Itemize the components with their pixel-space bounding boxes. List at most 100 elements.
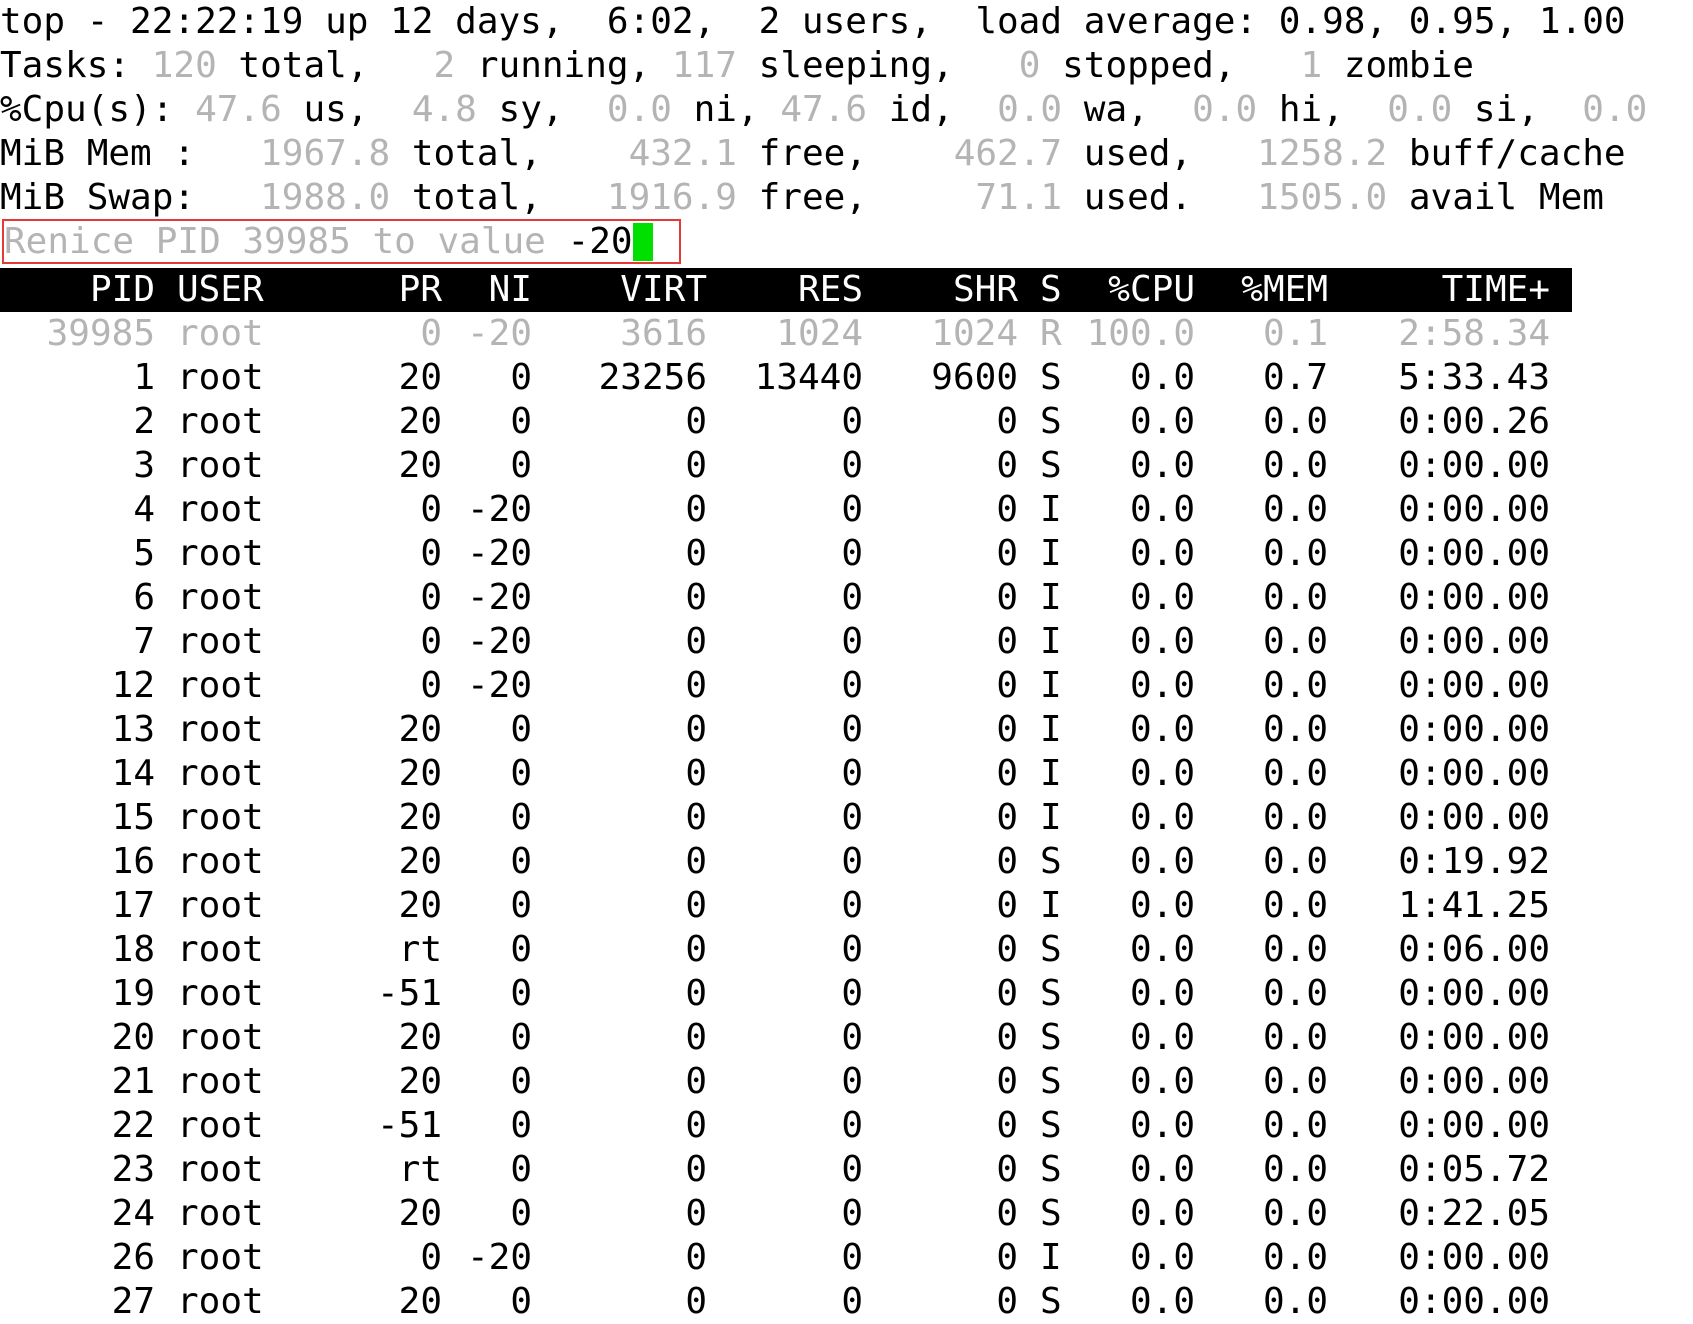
process-row[interactable]: 14 root 20 0 0 0 0 I 0.0 0.0 0:00.00 (0, 752, 1572, 796)
cell-res: 0 (841, 1281, 863, 1322)
cell-cpu: 0.0 (1129, 841, 1195, 882)
process-row[interactable]: 12 root 0 -20 0 0 0 I 0.0 0.0 0:00.00 (0, 664, 1572, 708)
mem-cache-label: buff/cache (1387, 133, 1626, 174)
cell-res: 0 (841, 1149, 863, 1190)
cpu-wa: 0.0 (997, 89, 1063, 130)
cell-cpu: 0.0 (1129, 1061, 1195, 1102)
cell-state: I (1040, 577, 1062, 618)
cell-res: 13440 (754, 357, 863, 398)
cell-virt: 0 (685, 973, 707, 1014)
renice-prompt[interactable]: Renice PID 39985 to value -20 (4, 220, 653, 264)
cell-user: root (177, 489, 264, 530)
cell-res: 0 (841, 445, 863, 486)
process-row[interactable]: 26 root 0 -20 0 0 0 I 0.0 0.0 0:00.00 (0, 1236, 1572, 1280)
cell-time: 0:05.72 (1398, 1149, 1550, 1190)
cell-virt: 0 (685, 621, 707, 662)
cell-user: root (177, 445, 264, 486)
process-row[interactable]: 1 root 20 0 23256 13440 9600 S 0.0 0.7 5:33.43 (0, 356, 1572, 400)
col-header-res[interactable]: RES (715, 268, 863, 312)
process-row[interactable]: 18 root rt 0 0 0 0 S 0.0 0.0 0:06.00 (0, 928, 1572, 972)
cell-cpu: 0.0 (1129, 709, 1195, 750)
col-header-cpu[interactable]: %CPU (1070, 268, 1195, 312)
cell-state: I (1040, 533, 1062, 574)
cell-res: 0 (841, 1237, 863, 1278)
cell-shr: 0 (996, 665, 1018, 706)
cpu-si-label: si, (1452, 89, 1583, 130)
process-row[interactable]: 4 root 0 -20 0 0 0 I 0.0 0.0 0:00.00 (0, 488, 1572, 532)
process-row[interactable]: 39985 root 0 -20 3616 1024 1024 R 100.0 0.1 2:58.3… (0, 312, 1572, 356)
cell-user: root (177, 753, 264, 794)
mem-cache: 1258.2 (1257, 133, 1388, 174)
cell-shr: 0 (996, 753, 1018, 794)
col-header-pid[interactable]: PID (0, 268, 155, 312)
terminal-window[interactable]: top - 22:22:19 up 12 days, 6:02, 2 users… (0, 0, 1693, 1323)
tasks-sleeping-label: sleeping, (736, 45, 1019, 86)
process-row[interactable]: 13 root 20 0 0 0 0 I 0.0 0.0 0:00.00 (0, 708, 1572, 752)
cell-shr: 1024 (931, 313, 1018, 354)
cell-shr: 0 (996, 1193, 1018, 1234)
cell-cpu: 0.0 (1129, 445, 1195, 486)
cell-virt: 0 (685, 489, 707, 530)
col-header-virt[interactable]: VIRT (540, 268, 707, 312)
tasks-running: 2 (433, 45, 456, 86)
cell-user: root (177, 929, 264, 970)
cell-virt: 0 (685, 665, 707, 706)
mem-total-label: total, (390, 133, 629, 174)
cell-state: I (1040, 709, 1062, 750)
cell-pr: 20 (398, 753, 442, 794)
mem-used: 462.7 (953, 133, 1063, 174)
process-row[interactable]: 5 root 0 -20 0 0 0 I 0.0 0.0 0:00.00 (0, 532, 1572, 576)
cell-user: root (177, 401, 264, 442)
swap-total-label: total, (390, 177, 607, 218)
cell-time: 0:00.00 (1398, 709, 1550, 750)
col-header-shr[interactable]: SHR (870, 268, 1018, 312)
cell-res: 0 (841, 1017, 863, 1058)
cell-cpu: 0.0 (1129, 1281, 1195, 1322)
cell-cpu: 0.0 (1129, 1193, 1195, 1234)
process-row[interactable]: 24 root 20 0 0 0 0 S 0.0 0.0 0:22.05 (0, 1192, 1572, 1236)
process-row[interactable]: 16 root 20 0 0 0 0 S 0.0 0.0 0:19.92 (0, 840, 1572, 884)
process-row[interactable]: 2 root 20 0 0 0 0 S 0.0 0.0 0:00.26 (0, 400, 1572, 444)
col-header-state[interactable]: S (1040, 268, 1070, 312)
process-row[interactable]: 17 root 20 0 0 0 0 I 0.0 0.0 1:41.25 (0, 884, 1572, 928)
cell-ni: -20 (466, 533, 532, 574)
cell-res: 0 (841, 1105, 863, 1146)
cell-res: 0 (841, 885, 863, 926)
cell-pr: 0 (420, 313, 442, 354)
process-row[interactable]: 22 root -51 0 0 0 0 S 0.0 0.0 0:00.00 (0, 1104, 1572, 1148)
cpu-hi: 0.0 (1192, 89, 1258, 130)
cell-mem: 0.0 (1262, 401, 1328, 442)
process-row[interactable]: 19 root -51 0 0 0 0 S 0.0 0.0 0:00.00 (0, 972, 1572, 1016)
tasks-total-label: total, (216, 45, 434, 86)
renice-value-input[interactable]: -20 (568, 221, 633, 262)
tasks-total: 120 (151, 45, 217, 86)
process-row[interactable]: 20 root 20 0 0 0 0 S 0.0 0.0 0:00.00 (0, 1016, 1572, 1060)
process-row[interactable]: 15 root 20 0 0 0 0 I 0.0 0.0 0:00.00 (0, 796, 1572, 840)
cell-user: root (177, 621, 264, 662)
cell-pid: 13 (111, 709, 155, 750)
tasks-line: Tasks: 120 total, 2 running, 117 sleepin… (0, 44, 1474, 88)
process-row[interactable]: 23 root rt 0 0 0 0 S 0.0 0.0 0:05.72 (0, 1148, 1572, 1192)
col-header-mem[interactable]: %MEM (1200, 268, 1328, 312)
cell-pr: 0 (420, 621, 442, 662)
col-header-pr[interactable]: PR (350, 268, 442, 312)
cell-pid: 39985 (46, 313, 155, 354)
swap-used: 71.1 (975, 177, 1063, 218)
cell-pid: 24 (111, 1193, 155, 1234)
col-header-time[interactable]: TIME+ (1340, 268, 1550, 312)
col-header-ni[interactable]: NI (452, 268, 532, 312)
cell-pr: 20 (398, 797, 442, 838)
process-row[interactable]: 21 root 20 0 0 0 0 S 0.0 0.0 0:00.00 (0, 1060, 1572, 1104)
cell-pid: 20 (111, 1017, 155, 1058)
cell-res: 0 (841, 1061, 863, 1102)
cpu-label: %Cpu(s): (0, 89, 196, 130)
cell-state: S (1040, 1281, 1062, 1322)
process-row[interactable]: 6 root 0 -20 0 0 0 I 0.0 0.0 0:00.00 (0, 576, 1572, 620)
cell-shr: 0 (996, 445, 1018, 486)
col-header-user[interactable]: USER (177, 268, 327, 312)
cell-cpu: 0.0 (1129, 973, 1195, 1014)
process-row[interactable]: 3 root 20 0 0 0 0 S 0.0 0.0 0:00.00 (0, 444, 1572, 488)
process-row[interactable]: 27 root 20 0 0 0 0 S 0.0 0.0 0:00.00 (0, 1280, 1572, 1324)
cell-pid: 6 (133, 577, 155, 618)
process-row[interactable]: 7 root 0 -20 0 0 0 I 0.0 0.0 0:00.00 (0, 620, 1572, 664)
